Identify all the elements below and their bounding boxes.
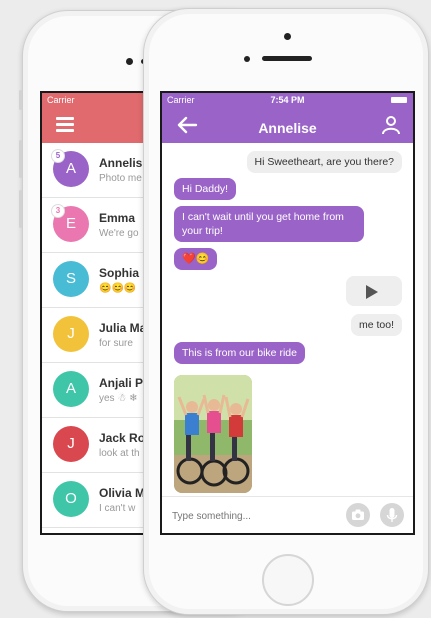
contacts-header: Carrier	[42, 93, 147, 143]
proximity-sensor	[244, 56, 250, 62]
message-bubble: Hi Sweetheart, are you there?	[246, 151, 402, 173]
contact-preview: for sure	[99, 338, 133, 349]
avatar: J	[53, 426, 89, 462]
contact-row[interactable]: A Anjali P yes ☃ ❄	[42, 363, 147, 418]
contacts-screen: Carrier A 5 Annelis Photo me E 3 Emma We're go S…	[40, 91, 149, 535]
message-input[interactable]	[170, 505, 334, 527]
contact-preview: look at th	[99, 448, 140, 459]
contact-name: Anjali P	[99, 376, 144, 390]
kids-on-bikes-photo	[174, 375, 252, 493]
contact-name: Olivia M	[99, 486, 146, 500]
unread-badge: 5	[51, 149, 65, 163]
contact-name: Jack Ro	[99, 431, 146, 445]
contact-preview: I can't w	[99, 503, 136, 514]
audio-message-bubble[interactable]	[346, 276, 402, 306]
message-bubble: Hi Daddy!	[174, 178, 237, 200]
avatar: S	[53, 261, 89, 297]
contact-row[interactable]: A 5 Annelis Photo me	[42, 143, 147, 198]
contact-row[interactable]: S Sophia 😊😊😊	[42, 253, 147, 308]
earpiece-speaker	[262, 56, 312, 61]
contact-row[interactable]: E 3 Emma We're go	[42, 198, 147, 253]
mute-switch	[19, 90, 22, 110]
contact-name: Emma	[99, 211, 136, 225]
avatar: O	[53, 481, 89, 517]
contact-row[interactable]: J Jack Ro look at th	[42, 418, 147, 473]
microphone-button[interactable]	[380, 503, 404, 527]
status-bar: Carrier 7:54 PM	[162, 93, 413, 107]
message-bubble: me too!	[350, 314, 402, 336]
home-button[interactable]	[262, 554, 314, 606]
contact-row[interactable]: O Olivia M I can't w	[42, 473, 147, 528]
photo-message[interactable]	[174, 375, 252, 493]
contact-preview: 😊😊😊	[99, 283, 137, 294]
volume-down-button	[19, 190, 22, 228]
message-input-bar	[162, 496, 413, 533]
battery-icon	[391, 97, 407, 103]
contact-name: Julia Ma	[99, 321, 147, 335]
front-camera	[126, 58, 133, 65]
contact-name: Annelis	[99, 156, 143, 170]
message-bubble: This is from our bike ride	[174, 342, 305, 364]
contact-list: A 5 Annelis Photo me E 3 Emma We're go S Sophia 😊😊…	[42, 143, 147, 528]
microphone-icon	[386, 508, 398, 522]
status-bar: Carrier	[42, 93, 147, 107]
camera-icon	[352, 509, 364, 520]
message-thread: Hi Sweetheart, are you there? Hi Daddy! …	[162, 143, 413, 497]
emoji-message-bubble: ❤️😊	[174, 248, 218, 270]
message-bubble: I can't wait until you get home from you…	[174, 206, 364, 242]
carrier-label: Carrier	[47, 95, 75, 105]
contact-preview: Photo me	[99, 173, 142, 184]
contact-preview: yes ☃ ❄	[99, 393, 138, 404]
avatar: J	[53, 316, 89, 352]
play-icon[interactable]	[366, 285, 378, 299]
unread-badge: 3	[51, 204, 65, 218]
contact-preview: We're go	[99, 228, 139, 239]
profile-icon[interactable]	[381, 115, 401, 135]
avatar: A	[53, 371, 89, 407]
camera-button[interactable]	[346, 503, 370, 527]
contact-name: Sophia	[99, 266, 140, 280]
chat-screen: Carrier 7:54 PM Annelise Hi Sweetheart, …	[160, 91, 415, 535]
chat-header: Carrier 7:54 PM Annelise	[162, 93, 413, 143]
front-camera	[284, 33, 291, 40]
volume-up-button	[19, 140, 22, 178]
contact-row[interactable]: J Julia Ma for sure	[42, 308, 147, 363]
menu-icon[interactable]	[56, 117, 74, 132]
status-time: 7:54 PM	[270, 95, 305, 105]
chat-title: Annelise	[258, 120, 317, 136]
